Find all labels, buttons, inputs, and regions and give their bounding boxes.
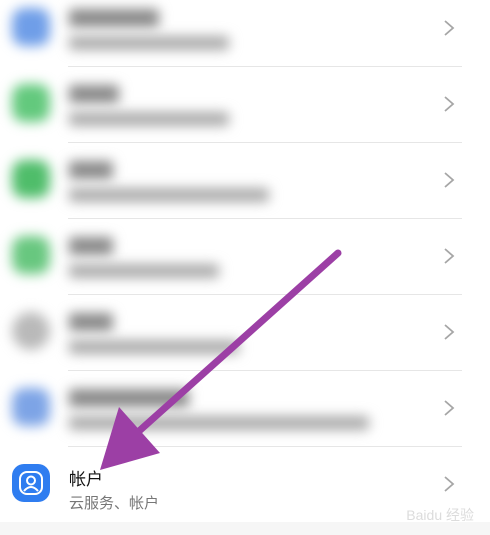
- app-icon: [12, 160, 50, 198]
- settings-item-blurred-3[interactable]: [0, 142, 490, 218]
- watermark: Baidu 经验: [406, 507, 474, 523]
- app-icon: [12, 8, 50, 46]
- account-title: 帐户: [69, 470, 103, 490]
- chevron-right-icon: [442, 398, 456, 418]
- app-icon: [12, 312, 50, 350]
- settings-item-title: [69, 237, 113, 255]
- chevron-right-icon: [442, 322, 456, 342]
- chevron-right-icon: [442, 474, 456, 494]
- settings-item-title: [69, 313, 113, 331]
- app-icon: [12, 84, 50, 122]
- settings-item-blurred-4[interactable]: [0, 218, 490, 294]
- settings-item-subtitle: [69, 264, 219, 278]
- chevron-right-icon: [442, 170, 456, 190]
- settings-item-blurred-1[interactable]: [0, 0, 490, 66]
- settings-item-blurred-5[interactable]: [0, 294, 490, 370]
- app-icon: [12, 388, 50, 426]
- settings-item-title: [69, 85, 119, 103]
- settings-list: 帐户 云服务、帐户: [0, 0, 490, 522]
- chevron-right-icon: [442, 246, 456, 266]
- settings-item-subtitle: [69, 416, 369, 430]
- settings-item-subtitle: [69, 112, 229, 126]
- settings-item-blurred-6[interactable]: [0, 370, 490, 446]
- chevron-right-icon: [442, 94, 456, 114]
- settings-item-subtitle: [69, 340, 239, 354]
- app-icon: [12, 236, 50, 274]
- settings-item-title: [69, 389, 189, 407]
- settings-item-title: [69, 161, 113, 179]
- settings-item-blurred-2[interactable]: [0, 66, 490, 142]
- account-subtitle: 云服务、帐户: [69, 494, 160, 512]
- settings-item-title: [69, 9, 159, 27]
- person-icon: [19, 471, 43, 495]
- account-app-icon: [12, 464, 50, 502]
- settings-item-subtitle: [69, 36, 229, 50]
- settings-item-subtitle: [69, 188, 269, 202]
- chevron-right-icon: [442, 18, 456, 38]
